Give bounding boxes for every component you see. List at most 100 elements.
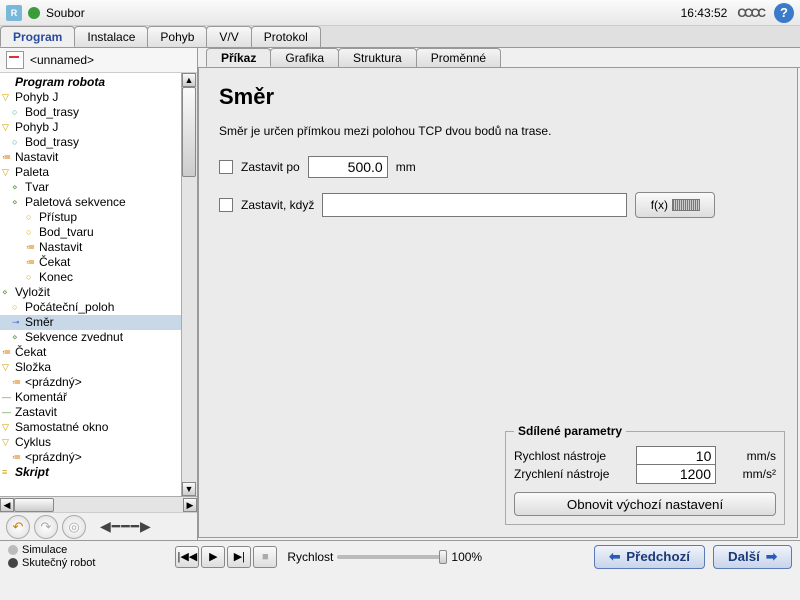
sub-tab-grafika[interactable]: Grafika [270, 48, 339, 67]
tree-node-icon: ⋄ [12, 330, 22, 345]
scroll-up-icon[interactable]: ▲ [182, 73, 196, 87]
tree-node[interactable]: ▽Pohyb J [0, 90, 181, 105]
speed-label: Rychlost [287, 550, 333, 564]
target-button[interactable]: ◎ [62, 515, 86, 539]
undo-button[interactable]: ↶ [6, 515, 30, 539]
program-tree[interactable]: Program robota▽Pohyb J○Bod_trasy▽Pohyb J… [0, 73, 181, 496]
tree-node-label: Bod_tvaru [39, 225, 94, 240]
tool-accel-unit: mm/s² [743, 467, 776, 481]
tree-node[interactable]: ▽Složka [0, 360, 181, 375]
tree-node[interactable]: ≔<prázdný> [0, 375, 181, 390]
previous-button[interactable]: ⬅Předchozí [594, 545, 705, 569]
menu-file[interactable]: Soubor [46, 6, 85, 20]
scroll-left-icon[interactable]: ◀ [0, 498, 14, 512]
help-icon[interactable]: ? [774, 3, 794, 23]
main-tab-pohyb[interactable]: Pohyb [147, 26, 207, 47]
tree-node-label: <prázdný> [25, 450, 82, 465]
tool-accel-label: Zrychlení nástroje [514, 467, 609, 481]
tree-node-icon: ⋄ [12, 180, 22, 195]
tree-node[interactable]: ▽Pohyb J [0, 120, 181, 135]
disk-icon[interactable] [6, 51, 24, 69]
simulation-radio[interactable]: Simulace [8, 544, 95, 556]
real-robot-radio[interactable]: Skutečný robot [8, 557, 95, 569]
tree-node[interactable]: ≔<prázdný> [0, 450, 181, 465]
slider-knob[interactable] [439, 550, 447, 564]
stop-when-input[interactable] [322, 193, 627, 217]
tree-node-label: Tvar [25, 180, 49, 195]
tree-node-label: Bod_trasy [25, 105, 79, 120]
tree-node[interactable]: ⋄Paletová sekvence [0, 195, 181, 210]
keyboard-icon [672, 199, 700, 211]
tree-node[interactable]: ≔Nastavit [0, 240, 181, 255]
speed-percent: 100% [451, 550, 482, 564]
main-tab-instalace[interactable]: Instalace [74, 26, 148, 47]
tree-node[interactable]: ≔Čekat [0, 345, 181, 360]
simulation-label: Simulace [22, 544, 67, 556]
scroll-thumb-h[interactable] [14, 498, 54, 512]
tree-node[interactable]: ≔Nastavit [0, 150, 181, 165]
tree-scrollbar-vertical[interactable]: ▲ ▼ [181, 73, 197, 496]
topbar: R Soubor 16:43:52 CCCC ? [0, 0, 800, 26]
tree-node[interactable]: —Zastavit [0, 405, 181, 420]
tree-node-label: Paleta [15, 165, 49, 180]
tree-node[interactable]: ⊸Směr [0, 315, 181, 330]
skip-fwd-button[interactable]: ▶| [227, 546, 251, 568]
tree-node[interactable]: ⋄Sekvence zvednut [0, 330, 181, 345]
real-robot-label: Skutečný robot [22, 557, 95, 569]
tree-node[interactable]: ≡Skript [0, 465, 181, 480]
skip-back-button[interactable]: |◀◀ [175, 546, 199, 568]
tree-node[interactable]: ⋄Tvar [0, 180, 181, 195]
tree-node-icon: ○ [12, 300, 22, 315]
tree-node[interactable]: —Komentář [0, 390, 181, 405]
tree-node-icon: ≡ [2, 465, 12, 480]
stop-when-checkbox[interactable] [219, 198, 233, 212]
fx-button[interactable]: f(x) [635, 192, 715, 218]
sub-tab-příkaz[interactable]: Příkaz [206, 48, 271, 67]
tree-node[interactable]: ▽Cyklus [0, 435, 181, 450]
tree-node-icon: — [2, 390, 12, 405]
tree-node[interactable]: ○Počáteční_poloh [0, 300, 181, 315]
scroll-thumb[interactable] [182, 87, 196, 177]
tree-node[interactable]: ▽Paleta [0, 165, 181, 180]
tree-node[interactable]: ○Přístup [0, 210, 181, 225]
tree-node[interactable]: ⋄Vyložit [0, 285, 181, 300]
stop-button[interactable]: ■ [253, 546, 277, 568]
sub-tab-proměnné[interactable]: Proměnné [416, 48, 501, 67]
tree-node[interactable]: ○Bod_tvaru [0, 225, 181, 240]
play-button[interactable]: ▶ [201, 546, 225, 568]
scroll-right-icon[interactable]: ▶ [183, 498, 197, 512]
tree-node-label: Nastavit [15, 150, 58, 165]
tree-node[interactable]: Program robota [0, 75, 181, 90]
scroll-down-icon[interactable]: ▼ [182, 482, 196, 496]
tree-node-label: Směr [25, 315, 54, 330]
redo-button[interactable]: ↷ [34, 515, 58, 539]
main-tab-program[interactable]: Program [0, 26, 75, 47]
speed-slider[interactable] [337, 555, 447, 559]
globe-icon [28, 7, 40, 19]
arrow-left-icon: ⬅ [609, 549, 620, 565]
tree-node[interactable]: ≔Čekat [0, 255, 181, 270]
tree-node-label: Čekat [15, 345, 46, 360]
tool-speed-input[interactable] [636, 446, 716, 466]
stop-after-input[interactable] [308, 156, 388, 178]
move-handle-icon[interactable]: ◀━━━▶ [100, 518, 152, 535]
stop-after-checkbox[interactable] [219, 160, 233, 174]
tree-node[interactable]: ○Konec [0, 270, 181, 285]
tree-node-icon: — [2, 405, 12, 420]
tree-scrollbar-horizontal[interactable]: ◀ ▶ [0, 496, 197, 512]
tool-accel-input[interactable] [636, 464, 716, 484]
main-tab-v/v[interactable]: V/V [206, 26, 251, 47]
tree-node[interactable]: ▽Samostatné okno [0, 420, 181, 435]
tree-node-label: Sekvence zvednut [25, 330, 123, 345]
sub-tab-struktura[interactable]: Struktura [338, 48, 417, 67]
tree-node-icon: ≔ [2, 345, 12, 360]
tree-node[interactable]: ○Bod_trasy [0, 105, 181, 120]
transport-controls: |◀◀ ▶ ▶| ■ [175, 546, 277, 568]
stop-after-unit: mm [396, 160, 416, 174]
app-logo-icon: R [6, 5, 22, 21]
next-button[interactable]: Další➡ [713, 545, 792, 569]
reset-defaults-button[interactable]: Obnovit výchozí nastavení [514, 492, 776, 516]
main-tab-protokol[interactable]: Protokol [251, 26, 321, 47]
tree-node[interactable]: ○Bod_trasy [0, 135, 181, 150]
tree-node-icon: ≔ [12, 375, 22, 390]
